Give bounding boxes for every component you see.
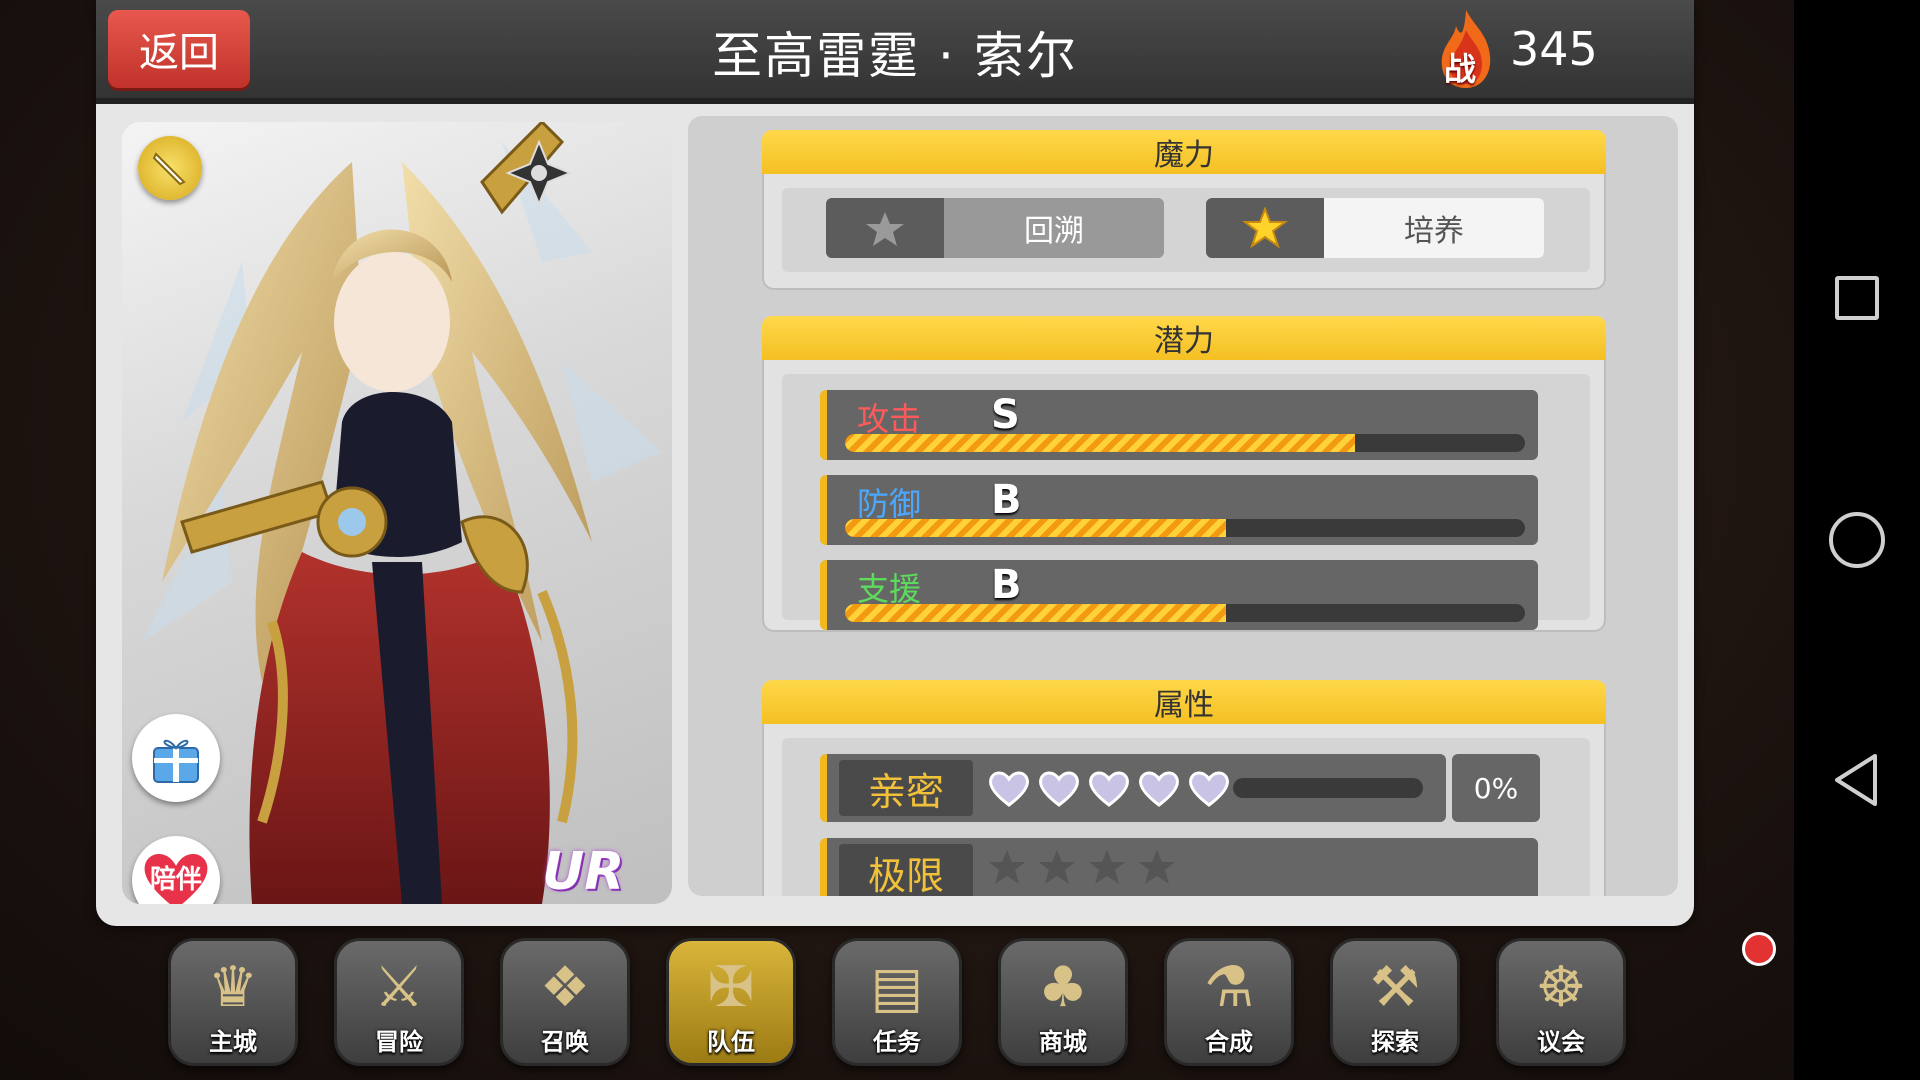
stat-bar [845, 434, 1525, 452]
gift-icon [153, 739, 199, 783]
limit-stars [987, 848, 1177, 888]
intimacy-label: 亲密 [839, 760, 973, 816]
intimacy-hearts [987, 768, 1231, 808]
council-crest-icon: ☸ [1535, 955, 1587, 1020]
intimacy-row[interactable]: 亲密 [820, 754, 1446, 822]
header-bar: 返回 至高雷霆 · 索尔 战 345 [96, 0, 1694, 104]
flame-icon: 战 [1436, 8, 1496, 90]
train-star-icon [1206, 198, 1324, 258]
gift-button[interactable] [132, 714, 220, 802]
back-triangle-icon[interactable] [1829, 750, 1885, 810]
rarity-badge: UR [542, 842, 625, 902]
potion-icon: ⚗ [1203, 955, 1255, 1020]
companion-label: 陪伴 [149, 864, 202, 895]
stat-bar-fill [845, 519, 1226, 537]
power-value: 345 [1510, 22, 1598, 76]
menu-item-label: 主城 [209, 1028, 257, 1056]
shovel-icon: ⚒ [1369, 955, 1421, 1020]
train-label: 培养 [1404, 214, 1464, 249]
train-button[interactable]: 培养 [1206, 198, 1544, 258]
potential-section: 潜力 攻击 S 防御 B 支援 B [762, 316, 1606, 632]
menu-item-2[interactable]: ❖ 召唤 [500, 938, 630, 1066]
attributes-section: 属性 亲密 0% 极限 [762, 680, 1606, 896]
menu-item-label: 商城 [1039, 1028, 1087, 1056]
power-badge: 战 [1444, 50, 1477, 88]
menu-item-0[interactable]: ♛ 主城 [168, 938, 298, 1066]
character-card[interactable]: 陪伴 UR [122, 122, 672, 904]
menu-item-label: 任务 [873, 1028, 921, 1056]
rewind-star-icon [826, 198, 944, 258]
stat-grade: B [991, 477, 1022, 523]
attributes-section-title: 属性 [762, 680, 1606, 724]
limit-label: 极限 [839, 844, 973, 896]
hero-detail-panel: 返回 至高雷霆 · 索尔 战 345 陪伴 UR 魔力 回溯 培养 潜力 攻击 … [96, 0, 1694, 926]
stat-row-defense: 防御 B [820, 475, 1538, 545]
menu-item-label: 议会 [1537, 1028, 1585, 1056]
stat-row-attack: 攻击 S [820, 390, 1538, 460]
potential-section-title: 潜力 [762, 316, 1606, 360]
intimacy-bar [1233, 778, 1423, 798]
companion-button[interactable]: 陪伴 [132, 836, 220, 904]
intimacy-percent: 0% [1452, 754, 1540, 822]
menu-item-label: 召唤 [541, 1028, 589, 1056]
notification-dot [1742, 932, 1776, 966]
stat-bar [845, 604, 1525, 622]
winged-emblem-icon: ✠ [707, 955, 755, 1020]
stats-panel: 魔力 回溯 培养 潜力 攻击 S 防御 B 支援 B 属性 亲密 0% 极限 [688, 116, 1678, 896]
intimacy-heart-icon [1189, 771, 1229, 807]
menu-item-7[interactable]: ⚒ 探索 [1330, 938, 1460, 1066]
stat-grade: B [991, 562, 1022, 608]
menu-item-5[interactable]: ♣ 商城 [998, 938, 1128, 1066]
home-icon[interactable] [1829, 512, 1885, 568]
rewind-label: 回溯 [1024, 214, 1084, 249]
brush-icon [152, 152, 186, 186]
stat-bar-fill [845, 434, 1355, 452]
limit-star-icon [1039, 850, 1075, 884]
intimacy-heart-icon [1139, 771, 1179, 807]
stat-grade: S [991, 392, 1020, 438]
menu-item-4[interactable]: ▤ 任务 [832, 938, 962, 1066]
magic-section-title: 魔力 [762, 130, 1606, 174]
book-icon: ▤ [870, 955, 924, 1020]
intimacy-heart-icon [1089, 771, 1129, 807]
element-emblem-icon [504, 138, 574, 208]
weapon-button[interactable] [138, 136, 202, 200]
recent-apps-icon[interactable] [1835, 276, 1879, 320]
menu-item-label: 合成 [1205, 1028, 1253, 1056]
menu-item-6[interactable]: ⚗ 合成 [1164, 938, 1294, 1066]
crossed-weapons-icon: ⚔ [373, 955, 425, 1020]
stat-bar-fill [845, 604, 1226, 622]
menu-item-label: 队伍 [707, 1028, 755, 1056]
limit-star-icon [1139, 850, 1175, 884]
shop-tree-icon: ♣ [1037, 955, 1089, 1020]
stat-row-support: 支援 B [820, 560, 1538, 630]
rewind-button[interactable]: 回溯 [826, 198, 1164, 258]
stat-bar [845, 519, 1525, 537]
menu-item-1[interactable]: ⚔ 冒险 [334, 938, 464, 1066]
crown-icon: ♛ [207, 955, 259, 1020]
battle-power: 战 345 [1436, 8, 1598, 90]
limit-star-icon [1089, 850, 1125, 884]
intimacy-heart-icon [989, 771, 1029, 807]
limit-row[interactable]: 极限 [820, 838, 1538, 896]
intimacy-heart-icon [1039, 771, 1079, 807]
menu-item-label: 探索 [1371, 1028, 1419, 1056]
menu-item-label: 冒险 [375, 1028, 423, 1056]
android-nav-bar [1794, 0, 1920, 1080]
limit-star-icon [989, 850, 1025, 884]
magic-section: 魔力 回溯 培养 [762, 130, 1606, 290]
bottom-menu: ♛ 主城 ⚔ 冒险 ❖ 召唤 ✠ 队伍 ▤ 任务 ♣ 商城 ⚗ 合成 ⚒ 探索 ☸ 议会 [168, 938, 1626, 1066]
summon-card-icon: ❖ [539, 955, 591, 1020]
menu-item-3[interactable]: ✠ 队伍 [666, 938, 796, 1066]
menu-item-8[interactable]: ☸ 议会 [1496, 938, 1626, 1066]
